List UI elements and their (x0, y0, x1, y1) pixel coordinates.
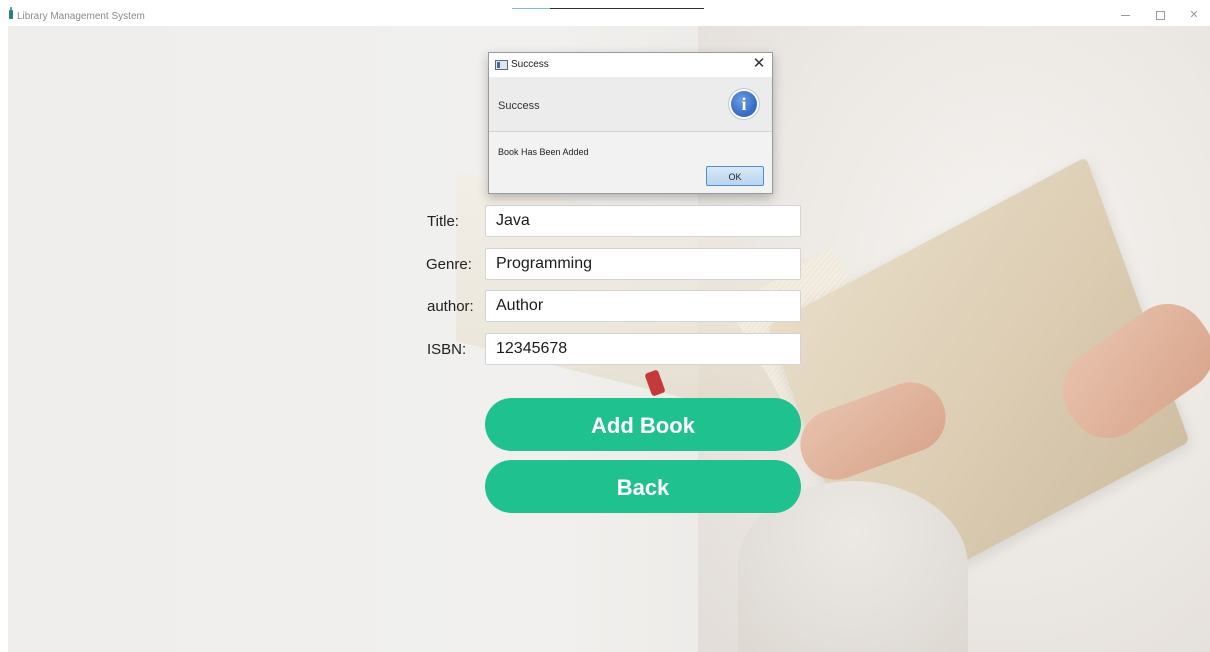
isbn-label: ISBN: (427, 341, 467, 358)
genre-label: Genre: (426, 256, 472, 273)
dialog-header: Success i (489, 77, 772, 132)
back-button[interactable]: Back (485, 460, 801, 513)
dialog-titlebar: Success ✕ (489, 53, 772, 77)
author-input[interactable] (485, 290, 801, 322)
focus-indicator (512, 8, 704, 9)
dialog-app-icon (495, 60, 508, 70)
minimize-icon[interactable] (1115, 7, 1135, 23)
app-icon (9, 7, 13, 19)
window-title: Library Management System (17, 11, 145, 22)
dialog-header-text: Success (498, 100, 540, 112)
dialog-message: Book Has Been Added (498, 147, 589, 157)
info-icon: i (731, 91, 757, 117)
ok-button[interactable]: OK (706, 166, 764, 186)
title-label: Title: (427, 213, 459, 230)
app-window: Library Management System ✕ Title: Genre… (0, 0, 1210, 652)
isbn-input[interactable] (485, 333, 801, 365)
close-icon[interactable]: ✕ (1184, 7, 1204, 23)
title-input[interactable] (485, 205, 801, 237)
author-label: author: (427, 298, 474, 315)
dialog-title: Success (511, 59, 549, 70)
window-titlebar: Library Management System ✕ (0, 0, 1210, 26)
success-dialog: Success ✕ Success i Book Has Been Added … (488, 52, 773, 194)
genre-input[interactable] (485, 248, 801, 280)
add-book-button[interactable]: Add Book (485, 398, 801, 451)
dialog-close-icon[interactable]: ✕ (750, 55, 768, 73)
maximize-icon[interactable] (1150, 7, 1170, 23)
